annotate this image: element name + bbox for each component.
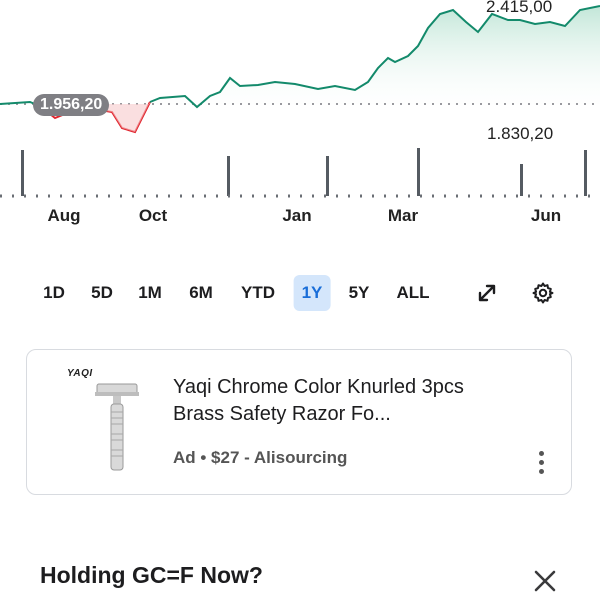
close-icon [534, 570, 556, 592]
volume-bars [21, 148, 587, 196]
range-5d[interactable]: 5D [83, 275, 121, 311]
price-chart[interactable]: 2.415,00 1.956,20 1.830,20 Aug Oct Jan M… [0, 0, 600, 240]
month-label: Mar [387, 206, 419, 225]
range-1d[interactable]: 1D [35, 275, 73, 311]
gear-icon [532, 282, 554, 304]
range-ytd[interactable]: YTD [233, 275, 283, 311]
razor-image [95, 383, 139, 471]
month-label: Jun [530, 206, 562, 225]
range-6m[interactable]: 6M [181, 275, 221, 311]
holding-prompt-title: Holding GC=F Now? [40, 562, 263, 588]
high-value-label: 2.415,00 [486, 0, 553, 16]
month-label: Oct [138, 206, 168, 225]
range-all[interactable]: ALL [388, 275, 437, 311]
expand-icon [478, 284, 496, 302]
close-button[interactable] [528, 564, 562, 598]
range-1m[interactable]: 1M [130, 275, 170, 311]
more-options-button[interactable] [527, 446, 555, 478]
range-1y[interactable]: 1Y [293, 275, 331, 311]
chart-settings-button[interactable] [525, 275, 561, 311]
month-label: Aug [47, 206, 81, 225]
range-5y[interactable]: 5Y [341, 275, 378, 311]
low-value-label: 1.830,20 [487, 124, 554, 143]
ad-title[interactable]: Yaqi Chrome Color Knurled 3pcs Brass Saf… [173, 374, 513, 428]
price-chart-graphic [0, 5, 600, 198]
ad-card[interactable]: YAQI Yaqi Chrome Color Knurled 3pcs Bras… [26, 349, 572, 495]
more-vertical-icon [538, 450, 544, 456]
expand-chart-button[interactable] [469, 275, 505, 311]
month-label: Jan [282, 206, 312, 225]
ad-meta: Ad • $27 - Alisourcing [173, 448, 348, 467]
previous-close-badge: 1.956,20 [33, 94, 110, 116]
